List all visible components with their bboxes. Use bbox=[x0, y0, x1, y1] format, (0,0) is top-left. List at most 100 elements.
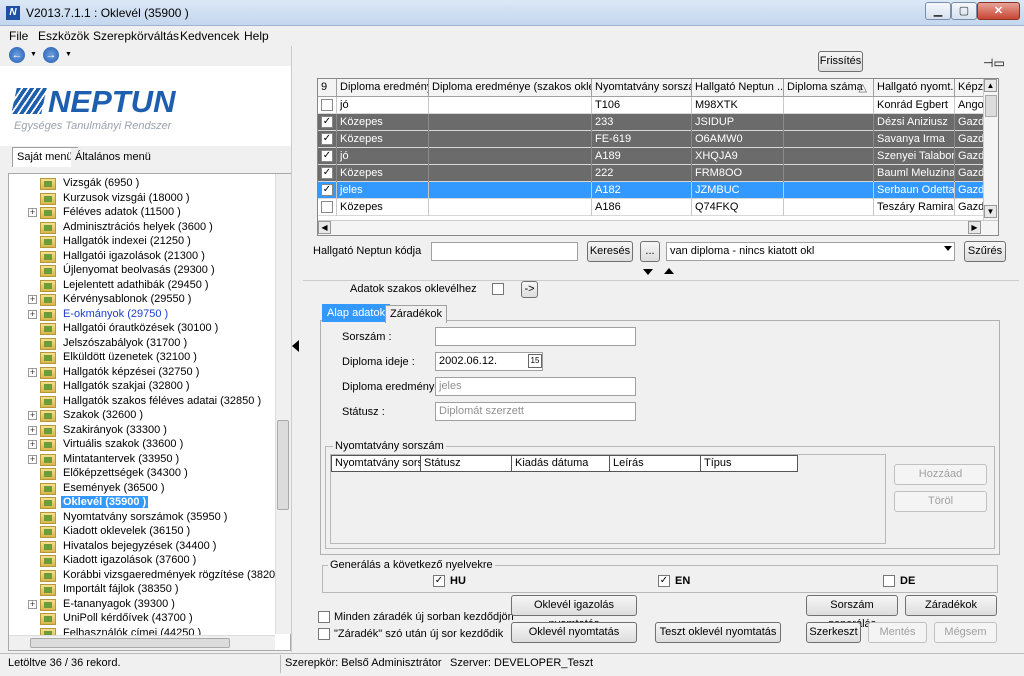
table-cell[interactable]: FE-619 bbox=[592, 131, 692, 148]
table-cell[interactable]: Serbaun Odetta bbox=[874, 182, 955, 199]
col-kiadas-datuma[interactable]: Kiadás dátuma bbox=[512, 455, 610, 472]
expand-plus-icon[interactable]: + bbox=[28, 367, 37, 377]
table-cell[interactable]: jó bbox=[337, 148, 429, 165]
oklevel-nyomtatas-button[interactable]: Oklevél nyomtatás bbox=[511, 622, 637, 643]
table-row[interactable]: ✓ jeles A182 JZMBUC Serbaun Odetta Gazd bbox=[318, 182, 984, 199]
calendar-icon[interactable]: 15 bbox=[528, 354, 542, 368]
table-cell[interactable] bbox=[429, 131, 592, 148]
scroll-right-icon[interactable]: ▶ bbox=[968, 221, 981, 234]
table-cell[interactable]: Közepes bbox=[337, 114, 429, 131]
menu-file[interactable]: File bbox=[9, 29, 28, 43]
col-tipus[interactable]: Típus bbox=[701, 455, 798, 472]
menu-szerepkorvaltas[interactable]: Szerepkörváltás bbox=[93, 29, 179, 43]
grid-scroll-thumb[interactable] bbox=[985, 95, 997, 117]
forward-arrow-icon[interactable]: → bbox=[43, 47, 59, 63]
table-cell[interactable]: JZMBUC bbox=[692, 182, 784, 199]
table-cell[interactable]: Közepes bbox=[337, 165, 429, 182]
table-cell[interactable]: jó bbox=[337, 97, 429, 114]
expand-plus-icon[interactable]: + bbox=[28, 295, 37, 304]
szakos-arrow-button[interactable]: -> bbox=[521, 281, 538, 298]
zaradekok-button[interactable]: Záradékok bbox=[905, 595, 997, 616]
maximize-button[interactable]: ▢ bbox=[951, 2, 977, 20]
szerkeszt-button[interactable]: Szerkeszt bbox=[806, 622, 861, 643]
expand-plus-icon[interactable]: + bbox=[28, 208, 37, 217]
table-cell[interactable]: Dézsi Aniziusz bbox=[874, 114, 955, 131]
search-button[interactable]: Keresés bbox=[587, 241, 633, 262]
menu-kedvencek[interactable]: Kedvencek bbox=[180, 29, 239, 43]
table-cell[interactable]: 222 bbox=[592, 165, 692, 182]
table-cell[interactable]: Konrád Egbert bbox=[874, 97, 955, 114]
table-cell[interactable]: XHQJA9 bbox=[692, 148, 784, 165]
statusz-input[interactable]: Diplomát szerzett bbox=[435, 402, 636, 421]
table-cell[interactable] bbox=[784, 131, 874, 148]
row-checkbox[interactable]: ✓ bbox=[321, 150, 333, 162]
expand-up-icon[interactable] bbox=[664, 268, 674, 274]
scroll-down-icon[interactable]: ▼ bbox=[984, 205, 997, 218]
filter-button[interactable]: Szűrés bbox=[964, 241, 1006, 262]
back-arrow-icon[interactable]: ← bbox=[9, 47, 25, 63]
grid-vertical-scrollbar[interactable]: ▲ ▼ bbox=[983, 79, 998, 220]
table-cell[interactable]: 233 bbox=[592, 114, 692, 131]
row-checkbox[interactable] bbox=[321, 99, 333, 111]
table-cell[interactable] bbox=[784, 114, 874, 131]
lang-hu-checkbox[interactable]: ✓ bbox=[433, 575, 445, 587]
table-cell[interactable]: Közepes bbox=[337, 131, 429, 148]
table-cell[interactable] bbox=[429, 199, 592, 216]
row-checkbox[interactable]: ✓ bbox=[321, 184, 333, 196]
grid-horizontal-scrollbar[interactable]: ◀ ▶ bbox=[318, 220, 998, 235]
pin-icon[interactable]: ⊣▭ bbox=[983, 56, 1005, 70]
table-cell[interactable]: T106 bbox=[592, 97, 692, 114]
diploma-eredmenye-input[interactable]: jeles bbox=[435, 377, 636, 396]
table-row[interactable]: Közepes A186 Q74FKQ Teszáry Ramira Gazd bbox=[318, 199, 984, 216]
tree-vertical-scrollbar[interactable] bbox=[275, 174, 291, 634]
add-button[interactable]: Hozzáad bbox=[894, 464, 987, 485]
tab-alap-adatok[interactable]: Alap adatok bbox=[322, 304, 391, 322]
scroll-up-icon[interactable]: ▲ bbox=[984, 79, 997, 92]
table-cell[interactable]: A189 bbox=[592, 148, 692, 165]
table-row[interactable]: ✓ Közepes 233 JSIDUP Dézsi Aniziusz Gazd bbox=[318, 114, 984, 131]
neptun-code-input[interactable] bbox=[431, 242, 578, 261]
ellipsis-button[interactable]: ... bbox=[640, 241, 660, 262]
table-cell[interactable] bbox=[429, 182, 592, 199]
refresh-button[interactable]: Frissítés bbox=[818, 51, 863, 72]
close-button[interactable]: ✕ bbox=[977, 2, 1020, 20]
col-leiras[interactable]: Leírás bbox=[610, 455, 701, 472]
sorszam-input[interactable] bbox=[435, 327, 636, 346]
minimize-button[interactable]: ▁ bbox=[925, 2, 951, 20]
table-cell[interactable]: Q74FKQ bbox=[692, 199, 784, 216]
row-checkbox[interactable]: ✓ bbox=[321, 116, 333, 128]
row-checkbox[interactable]: ✓ bbox=[321, 133, 333, 145]
col-nyomtatvany-sorszam[interactable]: Nyomtatvány sors... bbox=[331, 455, 421, 472]
menu-help[interactable]: Help bbox=[244, 29, 269, 43]
diploma-ideje-input[interactable]: 2002.06.12. bbox=[435, 352, 543, 371]
tree-hscroll-thumb[interactable] bbox=[30, 638, 230, 648]
option2-checkbox[interactable] bbox=[318, 628, 330, 640]
table-row[interactable]: ✓ Közepes 222 FRM8OO Bauml Meluzina Gazd bbox=[318, 165, 984, 182]
grid-column-header[interactable]: Hallgató nyomt... bbox=[874, 79, 955, 97]
tab-sajat-menu[interactable]: Saját menü bbox=[12, 147, 78, 167]
tab-zaradekok[interactable]: Záradékok bbox=[385, 305, 447, 323]
mentes-button[interactable]: Mentés bbox=[868, 622, 927, 643]
col-statusz[interactable]: Státusz bbox=[421, 455, 512, 472]
option1-checkbox[interactable] bbox=[318, 611, 330, 623]
table-cell[interactable] bbox=[429, 97, 592, 114]
table-cell[interactable]: O6AMW0 bbox=[692, 131, 784, 148]
lang-de-checkbox[interactable] bbox=[883, 575, 895, 587]
collapse-arrow-icon[interactable] bbox=[292, 340, 299, 352]
dropdown-arrow-icon[interactable] bbox=[944, 246, 952, 251]
sorszam-generalas-button[interactable]: Sorszám generálás bbox=[806, 595, 898, 630]
table-cell[interactable]: jeles bbox=[337, 182, 429, 199]
table-cell[interactable] bbox=[784, 182, 874, 199]
tree-scroll-thumb[interactable] bbox=[277, 420, 289, 510]
grid-column-header[interactable]: Nyomtatvány sorszám bbox=[592, 79, 692, 97]
table-cell[interactable]: Bauml Meluzina bbox=[874, 165, 955, 182]
grid-column-header[interactable]: Diploma eredménye bbox=[337, 79, 429, 97]
table-cell[interactable]: A186 bbox=[592, 199, 692, 216]
szakos-checkbox[interactable] bbox=[492, 283, 504, 295]
table-cell[interactable]: JSIDUP bbox=[692, 114, 784, 131]
igazolas-nyomtatas-button[interactable]: Oklevél igazolás nyomtatás bbox=[511, 595, 637, 630]
expand-plus-icon[interactable]: + bbox=[28, 411, 37, 420]
grid-corner[interactable]: 9 bbox=[318, 79, 337, 97]
scroll-left-icon[interactable]: ◀ bbox=[318, 221, 331, 234]
collapse-down-icon[interactable] bbox=[643, 269, 653, 275]
